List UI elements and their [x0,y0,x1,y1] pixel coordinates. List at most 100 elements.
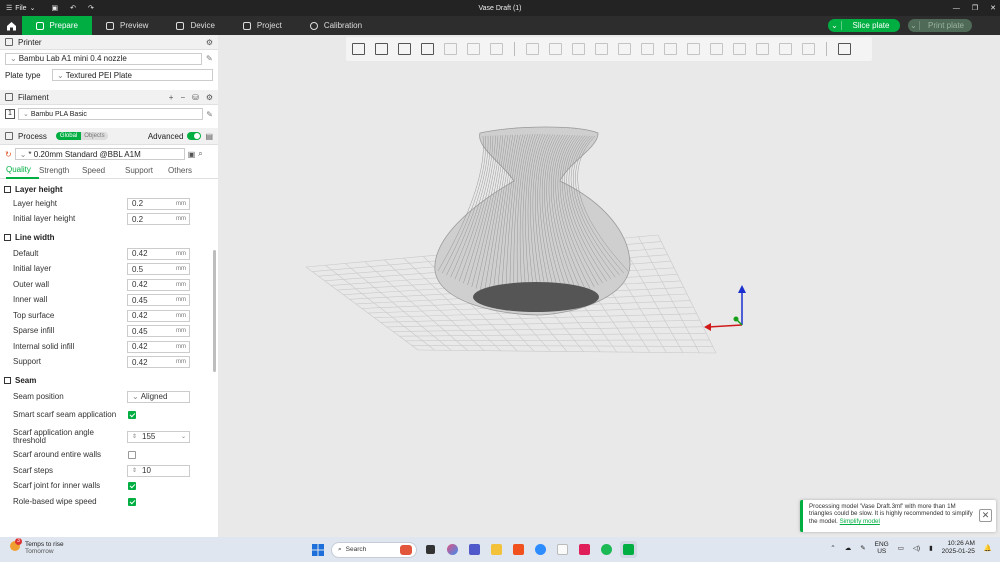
compare-icon[interactable]: ▤ [205,132,213,141]
param-input[interactable]: 0.42 mm [127,356,190,369]
param-name: Initial layer [13,264,52,274]
volume-icon[interactable]: ◁) [913,544,920,552]
redo-icon[interactable]: ↷ [88,4,94,12]
reset-icon[interactable]: ↻ [5,150,12,159]
param-input[interactable]: 0.42 mm [127,247,190,260]
scene-canvas[interactable] [218,35,1000,537]
edit-icon[interactable]: ✎ [206,110,213,119]
chevron-down-icon[interactable]: ⌄ [908,21,920,30]
network-icon[interactable]: ▭ [898,544,904,552]
gear-icon[interactable]: ⚙ [206,93,213,102]
brave-icon[interactable] [510,541,527,558]
restore-icon[interactable]: ❐ [972,4,978,12]
param-input[interactable]: 0.42 mm [127,278,190,291]
chevron-down-icon[interactable]: ⌄ [828,21,842,30]
weather-widget[interactable]: 3 Temps to rise Tomorrow [10,538,64,555]
edit-icon[interactable]: ✎ [206,54,213,63]
onedrive-icon[interactable]: ☁ [845,544,852,552]
save-preset-icon[interactable]: ▣ [188,150,196,159]
param-input[interactable]: 0.2 mm [127,197,190,210]
slack-icon[interactable] [576,541,593,558]
printer-select[interactable]: ⌄ Bambu Lab A1 mini 0.4 nozzle [5,52,202,65]
process-preset-select[interactable]: ⌄ * 0.20mm Standard @BBL A1M [14,148,185,160]
scarf-angle-spinner[interactable]: ⇕ 155 ⌄ [127,430,190,443]
chevron-up-icon[interactable]: ⌃ [830,544,835,552]
region: US [877,548,887,555]
task-view-icon[interactable] [422,541,439,558]
notification-bell-icon[interactable]: 🔔 [984,544,992,552]
subtab-others[interactable]: Others [168,163,211,179]
param-layer-height: Layer height 0.2 mm [0,196,218,212]
spotify-icon[interactable] [598,541,615,558]
file-menu[interactable]: ☰ File ⌄ [0,4,35,13]
tab-device[interactable]: Device [162,16,228,35]
sync-icon[interactable]: ⛁ [192,93,199,102]
advanced-toggle[interactable] [187,132,202,140]
notepad-icon[interactable] [554,541,571,558]
start-menu-icon[interactable] [309,541,326,558]
chevron-down-icon: ⌄ [10,54,17,63]
tab-prepare[interactable]: Prepare [22,16,92,35]
plate-type-select[interactable]: ⌄ Textured PEI Plate [52,69,213,81]
battery-icon[interactable]: ▮ [929,544,933,552]
home-icon[interactable] [0,16,22,35]
process-subtabs: Quality Strength Speed Support Others [0,163,218,179]
param-value: 10 [142,466,151,476]
param-input[interactable]: 0.45 mm [127,325,190,338]
subtab-speed[interactable]: Speed [82,163,125,179]
subtab-strength[interactable]: Strength [39,163,82,179]
taskbar-search[interactable]: ⌕ Search [331,541,417,558]
add-icon[interactable]: + [169,93,174,102]
close-window-icon[interactable]: ✕ [990,4,996,12]
process-section-header: Process Global Objects Advanced ▤ [0,128,218,145]
subtab-support[interactable]: Support [125,163,168,179]
settings-sidebar: Printer ⚙ ⌄ Bambu Lab A1 mini 0.4 nozzle… [0,35,218,537]
tab-preview[interactable]: Preview [92,16,162,35]
group-title: Layer height [15,184,63,194]
smart-scarf-checkbox[interactable] [128,411,136,419]
sidebar-scrollbar[interactable] [213,250,216,372]
param-input[interactable]: 0.45 mm [127,294,190,307]
undo-icon[interactable]: ↶ [70,4,76,12]
remove-icon[interactable]: − [180,93,185,102]
toggle-global[interactable]: Global [55,132,82,140]
language-indicator[interactable]: ENG US [875,541,889,555]
copilot-icon[interactable] [444,541,461,558]
save-icon[interactable]: ▣ [51,4,58,12]
spinner-icon[interactable]: ⇕ [132,467,137,474]
minimize-icon[interactable]: — [953,5,960,12]
file-explorer-icon[interactable] [488,541,505,558]
filament-slot-badge[interactable]: 1 [5,109,15,119]
tab-calibration[interactable]: Calibration [296,16,376,35]
scarf-inner-checkbox[interactable] [128,482,136,491]
param-value: 0.42 [132,357,148,367]
param-input[interactable]: 0.5 mm [127,263,190,276]
teams-icon[interactable] [466,541,483,558]
scarf-entire-checkbox[interactable] [128,451,136,460]
seam-position-select[interactable]: ⌄ Aligned [127,390,190,403]
global-objects-toggle[interactable]: Global Objects [55,132,108,140]
spinner-icon[interactable]: ⇕ [132,433,137,440]
gear-icon[interactable]: ⚙ [206,38,213,47]
pen-icon[interactable]: ✎ [860,544,865,552]
tab-project[interactable]: Project [229,16,296,35]
param-input[interactable]: 0.42 mm [127,309,190,322]
toggle-objects[interactable]: Objects [81,132,108,140]
print-plate-button[interactable]: ⌄ Print plate [908,19,972,32]
filament-select[interactable]: ⌄ Bambu PLA Basic [17,108,204,120]
param-input[interactable]: 0.42 mm [127,340,190,353]
device-icon [176,21,185,30]
clock[interactable]: 10:26 AM 2025-01-25 [942,540,975,556]
slice-plate-button[interactable]: ⌄ Slice plate [828,19,900,32]
subtab-quality[interactable]: Quality [6,163,39,179]
3d-viewport[interactable]: Processing model 'Vase Draft.3mf' with m… [218,35,1000,537]
param-input[interactable]: 0.2 mm [127,213,190,226]
wipe-speed-checkbox[interactable] [128,497,136,506]
scarf-steps-spinner[interactable]: ⇕ 10 [127,464,190,477]
search-icon[interactable]: ⌕ [198,149,202,159]
param-unit: mm [176,297,186,304]
bambu-studio-icon[interactable] [620,541,637,558]
zoom-icon[interactable] [532,541,549,558]
simplify-model-link[interactable]: Simplify model [840,518,880,525]
close-icon[interactable]: ✕ [979,509,992,522]
